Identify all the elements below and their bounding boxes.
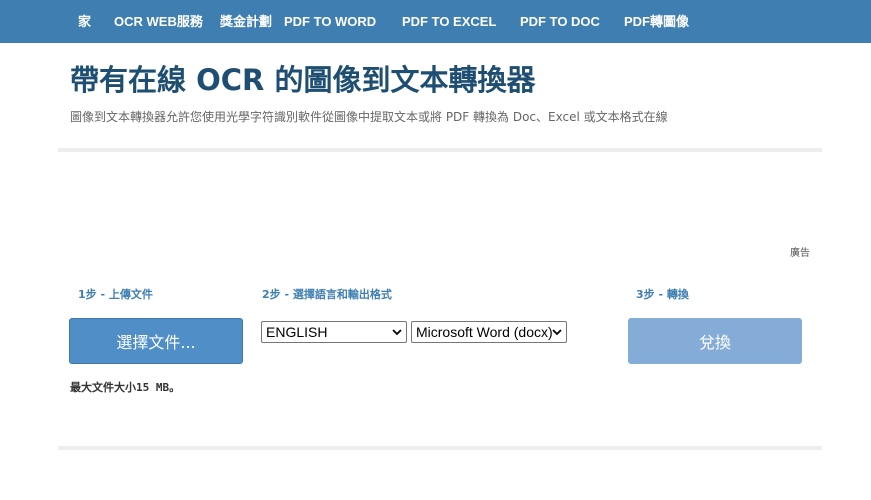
top-divider: [58, 148, 822, 152]
language-select[interactable]: ENGLISH: [261, 321, 407, 343]
nav-pdf-to-excel[interactable]: PDF TO EXCEL: [402, 13, 496, 30]
output-format-select[interactable]: Microsoft Word (docx): [411, 321, 567, 343]
step1-label: 1步 - 上傳文件: [78, 288, 153, 301]
nav-ocr-web-service[interactable]: OCR WEB服務: [114, 13, 203, 30]
nav-bonus-plan[interactable]: 獎金計劃: [220, 13, 272, 30]
chevron-down-icon: [552, 328, 562, 336]
step3-label: 3步 - 轉換: [636, 288, 689, 301]
format-select-value: Microsoft Word (docx): [416, 324, 553, 340]
max-file-size-note: 最大文件大小15 MB。: [70, 381, 181, 394]
bottom-divider: [58, 446, 822, 450]
nav-pdf-to-doc[interactable]: PDF TO DOC: [520, 13, 600, 30]
top-navigation-bar: 家 OCR WEB服務 獎金計劃 PDF TO WORD PDF TO EXCE…: [0, 0, 871, 43]
language-select-value: ENGLISH: [266, 324, 328, 340]
chevron-down-icon: [392, 329, 402, 336]
page-title: 帶有在線 OCR 的圖像到文本轉換器: [70, 63, 536, 97]
nav-pdf-to-image[interactable]: PDF轉圖像: [624, 13, 689, 30]
choose-file-button[interactable]: 選擇文件...: [69, 318, 243, 364]
nav-pdf-to-word[interactable]: PDF TO WORD: [284, 13, 376, 30]
convert-button[interactable]: 兌換: [628, 318, 802, 364]
step2-label: 2步 - 選擇語言和輸出格式: [262, 288, 392, 301]
ad-label: 廣告: [790, 248, 810, 259]
page-subtitle: 圖像到文本轉換器允許您使用光學字符識別軟件從圖像中提取文本或將 PDF 轉換為 …: [70, 110, 668, 124]
nav-home[interactable]: 家: [78, 13, 91, 30]
